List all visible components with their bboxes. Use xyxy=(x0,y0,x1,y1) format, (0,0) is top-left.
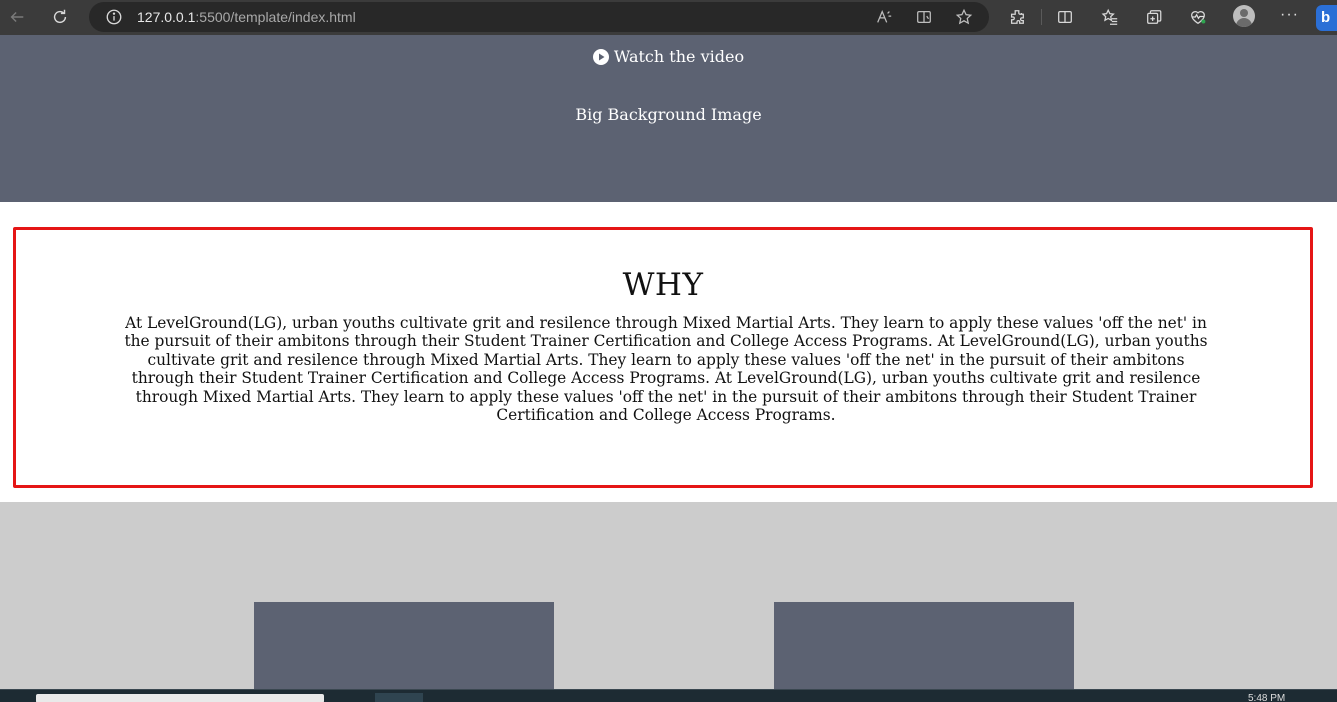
card-right xyxy=(774,602,1074,689)
address-bar[interactable]: 127.0.0.1:5500/template/index.html xyxy=(89,2,989,32)
why-paragraph: At LevelGround(LG), urban youths cultiva… xyxy=(124,314,1208,425)
url-path: :5500/template/index.html xyxy=(195,9,356,25)
taskbar-app-tile[interactable] xyxy=(375,693,423,702)
taskbar-search-box[interactable] xyxy=(36,694,324,702)
url-text[interactable]: 127.0.0.1:5500/template/index.html xyxy=(137,9,356,25)
hero-section: Watch the video Big Background Image xyxy=(0,35,1337,202)
bing-icon[interactable]: b xyxy=(1316,5,1337,31)
immersive-reader-icon[interactable] xyxy=(915,8,933,26)
collections-icon[interactable] xyxy=(1145,8,1163,26)
cards-section xyxy=(0,502,1337,689)
taskbar-clock: 5:48 PM xyxy=(1248,693,1286,702)
back-arrow-icon[interactable] xyxy=(3,3,31,31)
why-heading: WHY xyxy=(622,267,704,303)
browser-toolbar: 127.0.0.1:5500/template/index.html ··· b xyxy=(0,0,1337,35)
toolbar-separator xyxy=(1041,9,1042,25)
favorite-star-icon[interactable] xyxy=(955,8,973,26)
watch-video-link[interactable]: Watch the video xyxy=(0,47,1337,66)
profile-avatar[interactable] xyxy=(1233,5,1255,27)
why-section: WHY At LevelGround(LG), urban youths cul… xyxy=(13,227,1313,488)
health-icon[interactable] xyxy=(1189,8,1207,26)
read-aloud-icon[interactable] xyxy=(875,8,893,26)
avatar-head-shape xyxy=(1240,9,1248,17)
avatar-body-shape xyxy=(1236,18,1252,27)
card-left xyxy=(254,602,554,689)
os-taskbar: 5:48 PM xyxy=(0,689,1337,702)
info-icon[interactable] xyxy=(105,8,123,26)
split-screen-icon[interactable] xyxy=(1056,8,1074,26)
bing-letter: b xyxy=(1321,9,1331,26)
url-host: 127.0.0.1 xyxy=(137,9,196,25)
watch-video-label: Watch the video xyxy=(613,47,745,66)
play-icon xyxy=(592,48,609,65)
favorites-list-icon[interactable] xyxy=(1101,8,1119,26)
more-icon[interactable]: ··· xyxy=(1280,6,1299,24)
extensions-icon[interactable] xyxy=(1008,8,1026,26)
background-image-label: Big Background Image xyxy=(575,105,762,124)
reload-icon[interactable] xyxy=(46,3,74,31)
